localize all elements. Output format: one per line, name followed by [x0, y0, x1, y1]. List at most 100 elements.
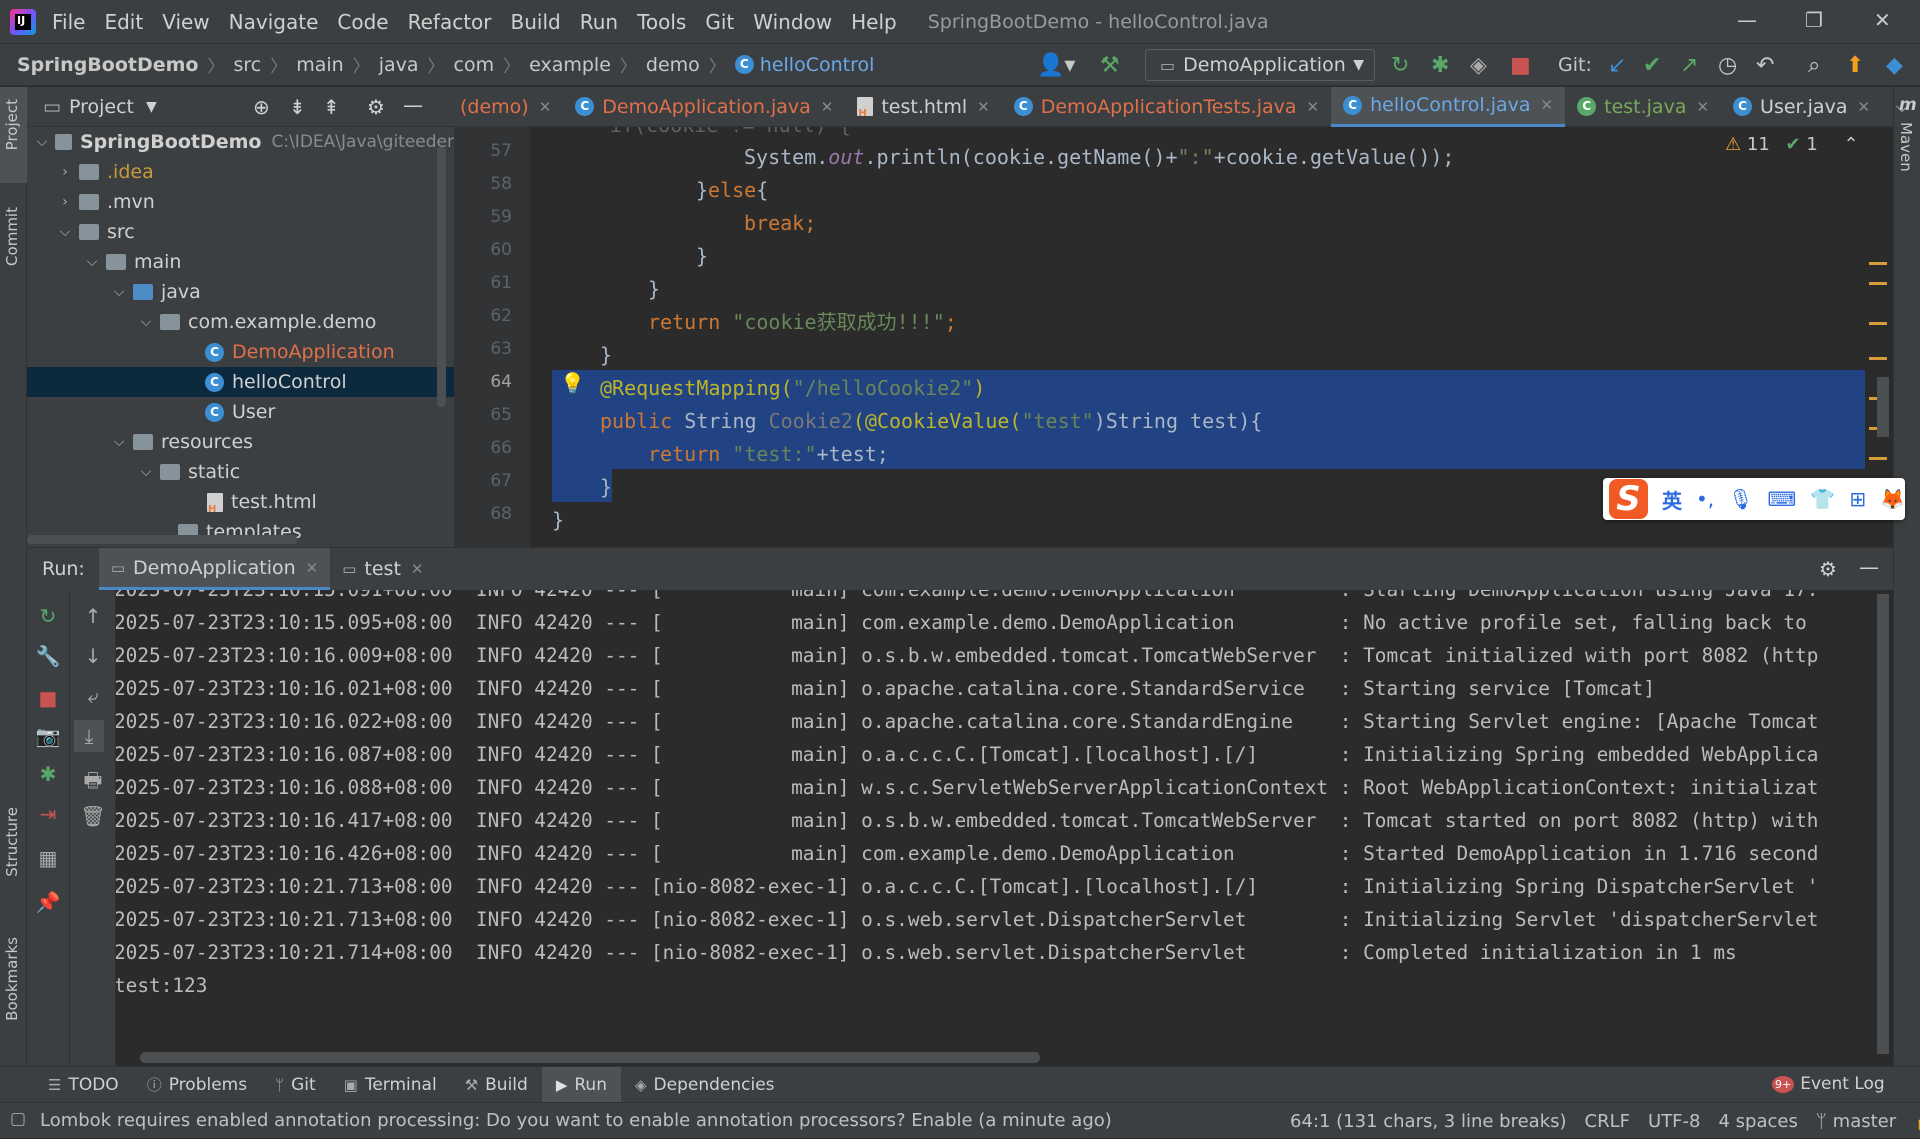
indent-setting[interactable]: 4 spaces: [1719, 1111, 1798, 1132]
keyboard-icon[interactable]: ⌨: [1768, 487, 1797, 511]
arrow-up-icon[interactable]: ↑: [78, 604, 108, 628]
tab-hellocontrol[interactable]: C helloControl.java ✕: [1331, 86, 1566, 127]
menu-git[interactable]: Git: [705, 10, 734, 34]
menu-window[interactable]: Window: [753, 10, 832, 34]
file-encoding[interactable]: UTF-8: [1648, 1111, 1700, 1132]
rerun-icon[interactable]: ↻: [1391, 53, 1409, 78]
tool-tab-build[interactable]: ⚒ Build: [451, 1067, 542, 1103]
print-icon[interactable]: 🖶: [78, 766, 108, 800]
plugin-icon[interactable]: ◆: [1886, 53, 1903, 78]
structure-tool-tab[interactable]: Structure: [3, 807, 21, 877]
close-icon[interactable]: ✕: [411, 560, 424, 578]
chevron-down-icon[interactable]: ⌵: [84, 254, 100, 270]
close-icon[interactable]: ✕: [1307, 98, 1320, 116]
user-icon[interactable]: 👤▾: [1037, 53, 1075, 78]
close-icon[interactable]: ✕: [1874, 8, 1891, 32]
close-icon[interactable]: ✕: [1696, 98, 1709, 116]
tab-demoapplication[interactable]: C DemoApplication.java ✕: [563, 87, 845, 127]
run-tab-demoapplication[interactable]: ▭ DemoApplication ✕: [98, 548, 331, 590]
caret-position[interactable]: 64:1 (131 chars, 3 line breaks): [1290, 1111, 1567, 1132]
close-icon[interactable]: ✕: [539, 98, 552, 116]
chevron-down-icon[interactable]: ⌵: [138, 314, 154, 330]
collapse-all-icon[interactable]: ⇞: [323, 95, 340, 119]
menu-view[interactable]: View: [162, 10, 209, 34]
wrench-icon[interactable]: 🔧: [33, 644, 63, 668]
stop-icon[interactable]: ■: [1510, 53, 1531, 78]
breadcrumb-src[interactable]: src: [233, 54, 261, 76]
tree-item-springbootdemo[interactable]: ⌵ SpringBootDemo C:\IDEA\Java\giteeder: [27, 127, 454, 157]
bookmarks-tool-tab[interactable]: Bookmarks: [3, 937, 21, 1021]
restore-icon[interactable]: ❐: [1805, 8, 1823, 32]
debug-icon[interactable]: ✱: [1431, 53, 1449, 78]
tree-hscrollbar[interactable]: [27, 535, 297, 544]
build-hammer-icon[interactable]: ⚒: [1100, 53, 1120, 78]
menu-run[interactable]: Run: [580, 10, 618, 34]
tab-list-chevron-icon[interactable]: ⌵: [1896, 97, 1908, 117]
update-icon[interactable]: ⬆: [1846, 53, 1864, 78]
commit-tool-tab[interactable]: Commit: [3, 207, 21, 266]
expand-all-icon[interactable]: ⇟: [289, 95, 306, 119]
mascot-icon[interactable]: 🦊: [1880, 487, 1905, 511]
pin-icon[interactable]: 📌: [33, 890, 63, 914]
history-icon[interactable]: ◷: [1718, 53, 1737, 78]
git-push-icon[interactable]: ↗: [1680, 53, 1698, 78]
gear-icon[interactable]: ⚙: [367, 95, 385, 119]
menu-navigate[interactable]: Navigate: [229, 10, 319, 34]
chevron-down-icon[interactable]: ⌵: [111, 284, 127, 300]
panel-toggle-icon[interactable]: ▢: [10, 1109, 26, 1129]
minimize-icon[interactable]: —: [1737, 8, 1757, 32]
search-icon[interactable]: ⌕: [1808, 53, 1820, 78]
breadcrumb-example[interactable]: example: [529, 54, 611, 76]
close-icon[interactable]: ✕: [1541, 96, 1554, 114]
rerun-icon[interactable]: ↻: [33, 604, 63, 628]
tree-item-src[interactable]: ⌵ src: [27, 217, 454, 247]
hide-panel-icon[interactable]: —: [403, 93, 423, 117]
toolbox-icon[interactable]: ⊞: [1849, 487, 1866, 511]
chevron-down-icon[interactable]: ⌵: [138, 464, 154, 480]
arrow-down-icon[interactable]: ↓: [78, 644, 108, 668]
skin-icon[interactable]: 👕: [1810, 487, 1835, 511]
menu-tools[interactable]: Tools: [637, 10, 686, 34]
soft-wrap-icon[interactable]: ⤶: [78, 684, 108, 708]
menu-file[interactable]: File: [52, 10, 85, 34]
project-panel-title[interactable]: Project: [69, 96, 134, 118]
git-commit-icon[interactable]: ✔: [1643, 53, 1661, 78]
trash-icon[interactable]: 🗑: [78, 804, 108, 828]
tool-tab-terminal[interactable]: ▣ Terminal: [330, 1067, 451, 1103]
tool-tab-run[interactable]: ▶ Run: [541, 1066, 621, 1103]
status-message[interactable]: Lombok requires enabled annotation proce…: [40, 1110, 1112, 1131]
layout-icon[interactable]: ▦: [33, 846, 63, 870]
previous-highlight-icon[interactable]: ⌃: [1844, 134, 1859, 155]
tree-scrollbar[interactable]: [437, 147, 446, 407]
console-vscrollbar[interactable]: [1877, 594, 1889, 1054]
menu-help[interactable]: Help: [851, 10, 897, 34]
close-icon[interactable]: ✕: [821, 98, 834, 116]
event-log-button[interactable]: 9+ Event Log: [1772, 1074, 1885, 1094]
git-branch[interactable]: master: [1833, 1111, 1896, 1132]
tree-item-user[interactable]: C User: [27, 397, 454, 427]
maven-tool-tab[interactable]: Maven: [1897, 122, 1915, 172]
tool-tab-problems[interactable]: ⓘ Problems: [133, 1067, 261, 1103]
close-icon[interactable]: ✕: [1857, 98, 1870, 116]
exit-icon[interactable]: ⇥: [33, 802, 63, 826]
punctuation-icon[interactable]: •,: [1696, 487, 1714, 511]
breadcrumb-demo[interactable]: demo: [646, 54, 700, 76]
hide-panel-icon[interactable]: —: [1859, 555, 1879, 579]
tree-item-static[interactable]: ⌵ static: [27, 457, 454, 487]
close-icon[interactable]: ✕: [977, 98, 990, 116]
chevron-down-icon[interactable]: ⌵: [111, 434, 127, 450]
breadcrumb-java[interactable]: java: [379, 54, 419, 76]
tree-item-mvn[interactable]: › .mvn: [27, 187, 454, 217]
breadcrumb-com[interactable]: com: [454, 54, 495, 76]
tree-item-idea[interactable]: › .idea: [27, 157, 454, 187]
rollback-icon[interactable]: ↶: [1756, 53, 1774, 78]
chevron-down-icon[interactable]: ⌵: [35, 134, 49, 150]
run-config-select[interactable]: ▭ DemoApplication ▼: [1145, 49, 1375, 81]
tree-item-java[interactable]: ⌵ java: [27, 277, 454, 307]
tab-test-java[interactable]: C test.java ✕: [1565, 87, 1721, 127]
ime-toolbar[interactable]: S 英 •, 🎙 ⌨ 👕 ⊞ 🦊: [1603, 478, 1905, 520]
gear-icon[interactable]: ⚙: [1819, 557, 1837, 581]
stop-icon[interactable]: ■: [33, 686, 63, 710]
tool-tab-todo[interactable]: ☰ TODO: [34, 1067, 133, 1103]
line-separator[interactable]: CRLF: [1585, 1111, 1630, 1132]
